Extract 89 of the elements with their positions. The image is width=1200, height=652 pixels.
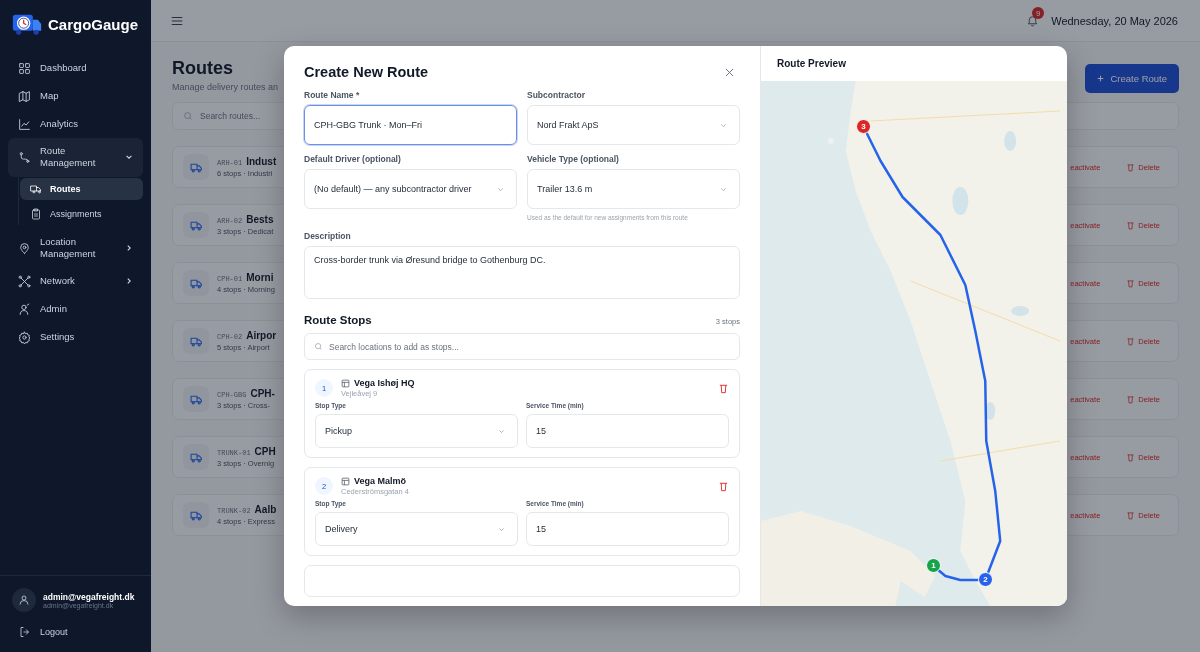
trash-icon (1126, 220, 1136, 230)
input-field[interactable]: 15 (526, 414, 729, 448)
route-name: CPH- (250, 388, 275, 399)
search-icon (183, 111, 193, 121)
nav-item[interactable]: Location Management (8, 228, 143, 268)
route-name: Aalb (254, 504, 277, 515)
section-title: Route Stops (304, 314, 372, 326)
caret-icon (498, 427, 505, 435)
truck-icon (183, 270, 209, 296)
caret-icon (720, 185, 727, 193)
truck-icon (183, 502, 209, 528)
nav-item[interactable]: Routes (20, 177, 143, 200)
route-name: Morni (246, 272, 274, 283)
nav-item[interactable]: Map (8, 82, 143, 110)
nav-icon (18, 61, 31, 75)
route-name: Indust (246, 156, 277, 167)
trash-icon[interactable] (718, 382, 729, 394)
select-field[interactable]: Delivery (315, 512, 518, 546)
nav-item[interactable]: Analytics (8, 110, 143, 138)
truck-clock-logo-icon (12, 12, 42, 36)
nav-item[interactable]: Network (8, 267, 143, 296)
nav-icon (18, 117, 31, 131)
location-search-field[interactable]: Search locations to add as stops... (304, 333, 740, 360)
field-label: Description (304, 231, 352, 241)
nav-item[interactable]: Admin (8, 295, 143, 324)
page-title: Routes (172, 58, 233, 79)
select-field[interactable]: Nord Frakt ApS (527, 105, 740, 145)
nav-icon (18, 241, 31, 255)
field-label: Subcontractor (527, 90, 587, 100)
current-date: Wednesday, 20 May 2026 (1051, 14, 1178, 27)
nav-icon (18, 150, 31, 164)
user-name: admin@vegafreight.dk (43, 591, 135, 602)
nav-icon (18, 274, 31, 288)
logout-button[interactable]: Logout (12, 626, 139, 638)
panel-title: Route Preview (777, 58, 846, 69)
trash-icon (1126, 452, 1136, 462)
trash-icon (1126, 394, 1136, 404)
nav-item[interactable]: Dashboard (8, 54, 143, 82)
truck-icon (183, 212, 209, 238)
close-icon[interactable] (725, 67, 734, 77)
avatar (12, 588, 36, 612)
truck-icon (183, 154, 209, 180)
chevron-right-icon (125, 277, 133, 286)
create-route-button[interactable]: Create Route (1085, 64, 1179, 93)
field-label: Default Driver (optional) (304, 154, 402, 164)
input-field[interactable]: 15 (526, 512, 729, 546)
nav-icon (18, 330, 31, 344)
input-field[interactable]: CPH-GBG Trunk · Mon–Fri (304, 105, 517, 145)
clipboard-icon (30, 207, 42, 220)
caret-icon (498, 525, 505, 533)
bell-icon[interactable] (1026, 14, 1040, 27)
stop-name: Vega Ishøj HQ (354, 378, 415, 388)
notification-count: 9 (1032, 7, 1045, 19)
route-name: CPH (254, 446, 276, 457)
nav-item[interactable]: Settings (8, 323, 143, 352)
nav-icon (18, 89, 31, 103)
trash-icon (1126, 162, 1136, 172)
building-icon (341, 378, 350, 388)
nav-icon (18, 302, 31, 316)
chevron-right-icon (125, 244, 133, 253)
nav-item[interactable]: Route Management (8, 138, 143, 177)
stop-name: Vega Malmö (354, 476, 407, 486)
trash-icon (1126, 510, 1136, 520)
building-icon (341, 476, 350, 486)
route-name: Airpor (246, 330, 277, 341)
truck-icon (183, 328, 209, 354)
truck-icon (183, 444, 209, 470)
caret-icon (720, 121, 727, 129)
field-label: Route Name * (304, 90, 361, 100)
app-name: CargoGauge (48, 15, 138, 33)
search-icon (314, 342, 323, 351)
field-label: Vehicle Type (optional) (527, 154, 620, 164)
logout-icon (19, 626, 31, 638)
truck-icon (30, 182, 42, 195)
truck-icon (183, 386, 209, 412)
chevron-down-icon (125, 153, 133, 162)
caret-icon (497, 185, 504, 193)
trash-icon (1126, 278, 1136, 288)
select-field[interactable]: Pickup (315, 414, 518, 448)
route-name: Bests (246, 214, 274, 225)
select-field[interactable]: Trailer 13.6 m (527, 169, 740, 209)
nav-item[interactable]: Assignments (20, 202, 143, 225)
select-field[interactable]: (No default) — any subcontractor driver (304, 169, 517, 209)
description-field[interactable]: Cross-border trunk via Øresund bridge to Gothenburg DC. (304, 246, 740, 299)
plus-icon (1097, 75, 1105, 82)
trash-icon (1126, 336, 1136, 346)
dialog-title: Create New Route (304, 64, 429, 80)
page-subtitle: Manage delivery routes an (172, 82, 279, 92)
trash-icon[interactable] (718, 480, 729, 492)
